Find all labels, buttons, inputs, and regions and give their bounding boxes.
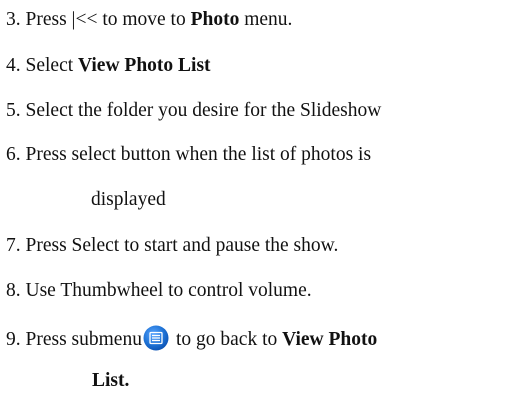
step-text: Select xyxy=(25,55,79,76)
step-number: 8. xyxy=(6,280,21,301)
submenu-icon xyxy=(143,325,169,351)
step-number: 9. xyxy=(6,329,21,350)
step-number: 6. xyxy=(6,144,21,165)
step-text: Press Select to start and pause the show… xyxy=(25,235,339,256)
step-6: 6. Press select button when the list of … xyxy=(6,143,371,167)
step-text: Press |<< to move to xyxy=(25,9,191,30)
step-8: 8. Use Thumbwheel to control volume. xyxy=(6,279,312,303)
step-number: 7. xyxy=(6,235,21,256)
step-9: 9. Press submenu to go back to View Phot… xyxy=(6,325,377,352)
step-6-continuation: displayed xyxy=(91,189,166,210)
step-text-middle: to go back to xyxy=(175,329,283,350)
step-bold-text: View Photo xyxy=(282,329,378,350)
step-text: Select the folder you desire for the Sli… xyxy=(25,100,382,121)
step-5: 5. Select the folder you desire for the … xyxy=(6,99,381,123)
step-bold-text: View Photo List xyxy=(78,55,211,76)
step-number: 5. xyxy=(6,100,21,121)
step-4: 4. Select View Photo List xyxy=(6,54,211,78)
step-text-end: menu. xyxy=(239,9,293,30)
step-bold-text-cont: List. xyxy=(92,370,130,391)
step-number: 3. xyxy=(6,9,21,30)
step-7: 7. Press Select to start and pause the s… xyxy=(6,234,338,258)
step-9-continuation: List. xyxy=(92,369,129,393)
step-text: Press select button when the list of pho… xyxy=(25,144,372,165)
step-3: 3. Press |<< to move to Photo menu. xyxy=(6,8,292,32)
step-bold-text: Photo xyxy=(190,9,240,30)
step-text: Press submenu xyxy=(25,329,142,350)
step-number: 4. xyxy=(6,55,21,76)
step-text: Use Thumbwheel to control volume. xyxy=(25,280,312,301)
